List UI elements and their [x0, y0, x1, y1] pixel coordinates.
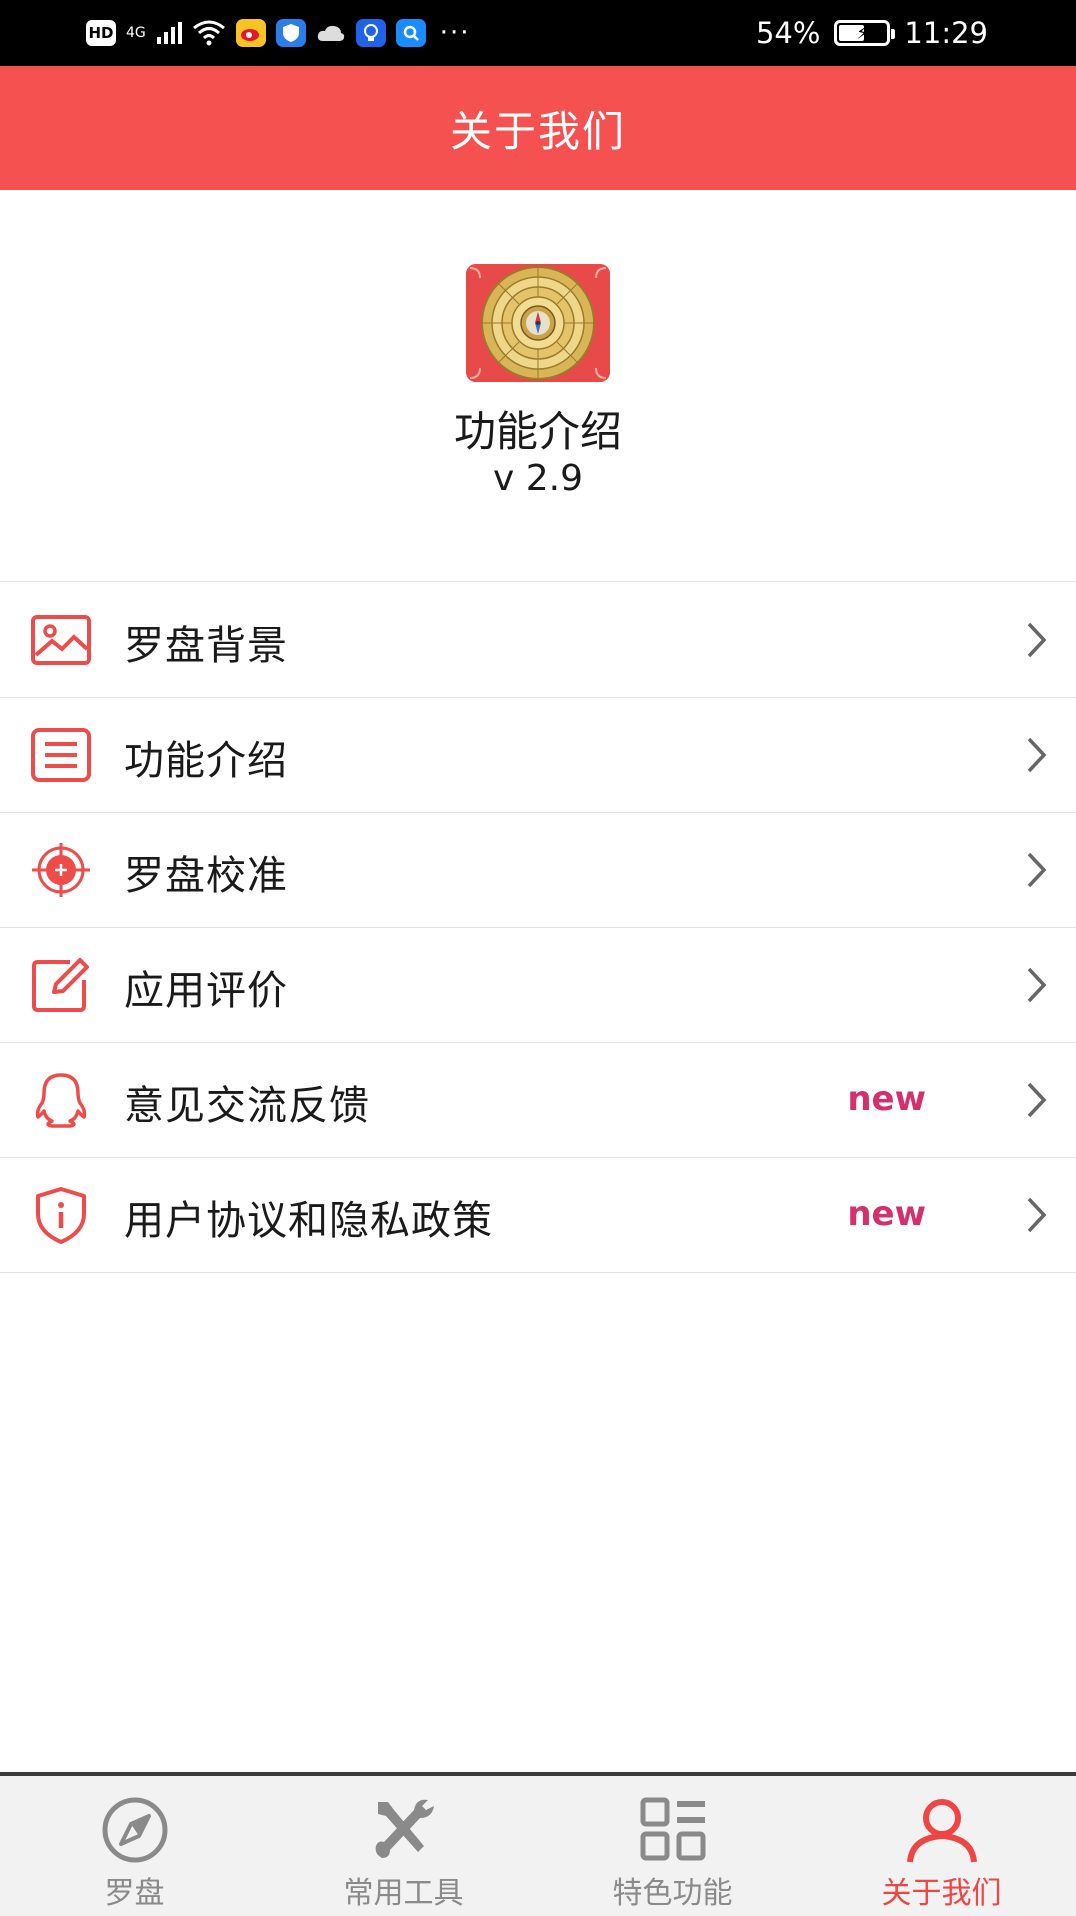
app-version: v 2.9: [493, 458, 583, 499]
menu-label: 罗盘背景: [124, 623, 288, 669]
search-app-icon: [395, 19, 426, 47]
menu-label: 功能介绍: [124, 738, 288, 784]
battery-icon: ⚡: [834, 20, 896, 46]
battery-percent: 54%: [755, 16, 821, 50]
nav-label: 关于我们: [881, 1876, 1002, 1911]
new-badge: new: [847, 1194, 926, 1234]
bottom-nav: 罗盘 常用工具 特色功能 关于我们: [0, 1772, 1076, 1916]
app-name: 功能介绍: [453, 407, 622, 456]
nav-label: 罗盘: [104, 1876, 165, 1911]
shield-app-icon: [275, 19, 306, 47]
grid-icon: [640, 1797, 705, 1861]
shield-info-icon: [36, 1187, 86, 1244]
menu-item-compass-calibration[interactable]: 罗盘校准: [0, 813, 1076, 928]
hd-indicator: HD: [86, 20, 116, 46]
menu-item-app-rating[interactable]: 应用评价: [0, 928, 1076, 1043]
nav-tab-tools[interactable]: 常用工具: [269, 1776, 538, 1916]
nav-label: 常用工具: [343, 1876, 464, 1911]
app-logo: [466, 264, 610, 382]
chevron-right-icon: [1027, 1082, 1047, 1118]
target-icon: [32, 843, 90, 897]
chevron-right-icon: [1027, 967, 1047, 1003]
wifi-icon: [192, 20, 225, 46]
menu-label: 意见交流反馈: [124, 1083, 370, 1129]
menu-item-compass-background[interactable]: 罗盘背景: [0, 583, 1076, 698]
menu-item-user-agreement-privacy[interactable]: 用户协议和隐私政策 new: [0, 1158, 1076, 1273]
app-info-section: 功能介绍 v 2.9: [0, 190, 1076, 582]
compass-icon: [102, 1797, 167, 1863]
chevron-right-icon: [1027, 622, 1047, 658]
new-badge: new: [847, 1079, 926, 1119]
menu-item-feature-intro[interactable]: 功能介绍: [0, 698, 1076, 813]
page-title: 关于我们: [449, 106, 626, 156]
nav-label: 特色功能: [612, 1876, 733, 1911]
chevron-right-icon: [1027, 852, 1047, 888]
menu-label: 用户协议和隐私政策: [124, 1198, 493, 1244]
nav-tab-about-us[interactable]: 关于我们: [807, 1776, 1076, 1916]
compass-logo-icon: [466, 264, 610, 382]
menu-label: 罗盘校准: [124, 853, 288, 899]
app-header: 关于我们: [0, 66, 1076, 190]
nav-tab-compass[interactable]: 罗盘: [0, 1776, 269, 1916]
edit-icon: [32, 958, 89, 1012]
cloud-icon: [317, 25, 344, 41]
status-bar: HD 4G ··· 54% ⚡ 11:29: [0, 0, 1076, 66]
status-left: HD 4G ···: [86, 14, 471, 52]
chevron-right-icon: [1027, 1197, 1047, 1233]
nav-tab-features[interactable]: 特色功能: [538, 1776, 807, 1916]
image-icon: [31, 615, 91, 665]
settings-menu: 罗盘背景 功能介绍 罗盘校准 应用评价 意见交流反馈 new 用户协议和隐私政策…: [0, 583, 1076, 1273]
user-icon: [906, 1799, 977, 1863]
menu-label: 应用评价: [124, 968, 288, 1014]
list-icon: [31, 728, 91, 782]
tools-icon: [375, 1799, 434, 1858]
weibo-icon: [235, 19, 266, 47]
clock: 11:29: [904, 16, 988, 50]
network-type: 4G: [126, 25, 146, 41]
more-notifications-icon: ···: [439, 18, 471, 48]
chevron-right-icon: [1027, 737, 1047, 773]
signal-icon: [156, 22, 182, 44]
bulb-app-icon: [355, 19, 386, 47]
menu-item-feedback[interactable]: 意见交流反馈 new: [0, 1043, 1076, 1158]
qq-icon: [35, 1073, 87, 1128]
status-right: 54% ⚡ 11:29: [756, 14, 988, 52]
charging-icon: ⚡: [856, 22, 869, 44]
